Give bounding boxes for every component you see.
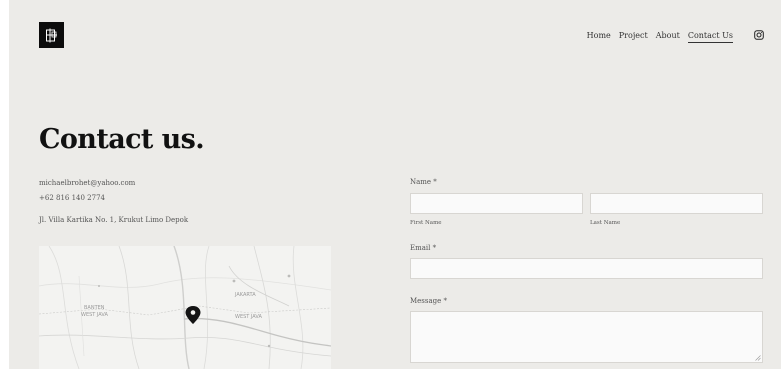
message-textarea[interactable]	[410, 311, 763, 363]
contact-address: Jl. Villa Kartika No. 1, Krukut Limo Dep…	[39, 216, 189, 224]
nav-about[interactable]: About	[656, 31, 680, 43]
page: Home Project About Contact Us Contact us…	[9, 0, 781, 369]
message-label: Message *	[410, 297, 448, 305]
email-input[interactable]	[410, 258, 763, 279]
first-name-sublabel: First Name	[410, 220, 442, 226]
location-map[interactable]: BANTEN WEST JAVA JAKARTA WEST JAVA	[39, 246, 331, 369]
last-name-input[interactable]	[590, 193, 763, 214]
first-name-input[interactable]	[410, 193, 583, 214]
map-label-west-java-2: WEST JAVA	[235, 314, 263, 320]
contact-email[interactable]: michaelbrohet@yahoo.com	[39, 179, 135, 187]
map-canvas: BANTEN WEST JAVA JAKARTA WEST JAVA	[39, 246, 331, 369]
logo-mark-icon	[46, 28, 57, 42]
map-label-banten: BANTEN	[84, 305, 105, 311]
contact-phone: +62 816 140 2774	[39, 194, 105, 202]
email-label: Email *	[410, 244, 437, 252]
nav-project[interactable]: Project	[619, 31, 648, 43]
nav-home[interactable]: Home	[587, 31, 611, 43]
instagram-icon[interactable]	[754, 30, 764, 40]
resize-handle-icon[interactable]	[755, 355, 761, 361]
map-label-jakarta: JAKARTA	[234, 292, 256, 298]
site-logo[interactable]	[39, 22, 64, 48]
page-title: Contact us.	[39, 124, 205, 155]
last-name-sublabel: Last Name	[590, 220, 621, 226]
nav-contact-us[interactable]: Contact Us	[687, 31, 733, 43]
map-label-west-java-1: WEST JAVA	[81, 312, 109, 318]
name-label: Name *	[410, 178, 437, 186]
main-nav: Home Project About Contact Us	[587, 31, 733, 43]
